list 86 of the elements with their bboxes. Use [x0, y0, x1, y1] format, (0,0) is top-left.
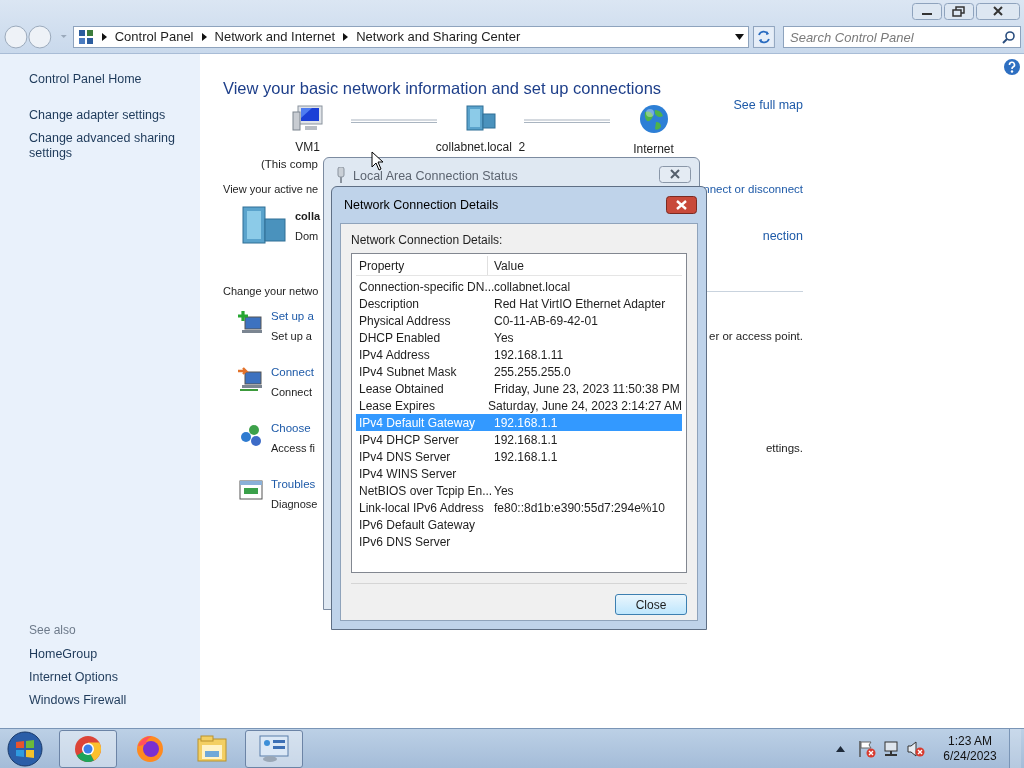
list-row[interactable]: IPv6 Default Gateway [356, 516, 682, 533]
link[interactable]: nection [762, 227, 803, 246]
link[interactable]: See full map [733, 96, 803, 115]
close-button[interactable]: Close [615, 594, 687, 615]
node-label[interactable]: Internet [633, 140, 674, 158]
network-name: colla [295, 209, 321, 224]
browser-icon [73, 733, 103, 764]
column-header[interactable]: Value [488, 256, 682, 275]
window-title: Local Area Connection Status [353, 168, 518, 185]
control-panel-icon [77, 29, 94, 45]
close-button[interactable] [659, 166, 691, 183]
task-description: Set up a [271, 329, 312, 344]
section-heading: See also [29, 622, 77, 639]
list-row[interactable]: Description Red Hat VirtIO Ethernet Adapter [356, 295, 682, 312]
dropdown-arrow-icon[interactable] [735, 34, 745, 40]
network-icon[interactable] [883, 739, 901, 758]
node-sublabel: (This comp [261, 157, 318, 171]
node-label[interactable]: collabnet.local 2 [435, 138, 526, 156]
folder-icon [196, 734, 228, 763]
speaker-muted-icon[interactable] [907, 739, 925, 758]
task-link[interactable]: Choose [271, 421, 311, 436]
mouse-cursor-icon [371, 151, 384, 171]
list-row[interactable]: Link-local IPv6 Address fe80::8d1b:e390:55d7:294e%10 [356, 499, 682, 516]
help-icon[interactable] [1003, 58, 1021, 76]
minimize-button[interactable] [912, 3, 942, 20]
task-description: er or access point. [709, 329, 803, 344]
window-title: Network Connection Details [344, 196, 499, 214]
plug-icon [336, 167, 346, 183]
sidebar-link[interactable]: Internet Options [29, 670, 200, 685]
clock[interactable]: 1:23 AM 6/24/2023 [937, 733, 1003, 764]
list-row[interactable]: Lease Obtained Friday, June 23, 2023 11:50:38 PM [356, 380, 682, 397]
breadcrumb-item[interactable]: Control Panel [114, 27, 194, 47]
list-row[interactable]: Lease Expires Saturday, June 24, 2023 2:14:27 AM [356, 397, 682, 414]
plus-monitor-icon[interactable] [238, 310, 264, 336]
sidebar-link[interactable]: Change adapter settings [29, 108, 179, 123]
network-type: Dom [295, 228, 320, 244]
taskbar-button[interactable] [245, 729, 303, 768]
list-row[interactable]: Connection-specific DN...collabnet.local [356, 278, 682, 295]
server-icon[interactable] [463, 104, 498, 132]
search-icon[interactable] [1002, 31, 1015, 44]
list-label: Network Connection Details: [351, 233, 504, 248]
sidebar-link[interactable]: Control Panel Home [29, 72, 179, 87]
list-row[interactable]: IPv4 Address 192.168.1.11 [356, 346, 682, 363]
chevron-icon[interactable] [343, 33, 349, 41]
monitor-arrow-icon[interactable] [238, 366, 264, 392]
section-label: Change your netwo [223, 283, 319, 299]
section-label: View your active ne [223, 181, 319, 197]
sidebar-link[interactable]: Change advanced sharing settings [29, 131, 179, 161]
close-button[interactable] [976, 3, 1020, 20]
list-row[interactable]: IPv4 DNS Server 192.168.1.1 [356, 448, 682, 465]
list-row[interactable]: IPv4 Subnet Mask 255.255.255.0 [356, 363, 682, 380]
flag-alert-icon[interactable] [858, 739, 876, 758]
task-link[interactable]: Set up a [271, 309, 314, 324]
search-field[interactable]: Search Control Panel [783, 26, 1021, 48]
task-description: Access fi [271, 441, 315, 456]
close-button[interactable] [666, 196, 697, 214]
sidebar-link[interactable]: HomeGroup [29, 647, 200, 662]
chevron-icon[interactable] [101, 33, 107, 41]
task-description: Diagnose [271, 497, 318, 512]
list-row[interactable]: IPv4 WINS Server [356, 465, 682, 482]
sidebar-link[interactable]: Windows Firewall [29, 693, 200, 708]
list-row[interactable]: NetBIOS over Tcpip En...Yes [356, 482, 682, 499]
chevron-icon[interactable] [201, 33, 207, 41]
refresh-icon[interactable] [753, 26, 775, 48]
task-description: ettings. [765, 441, 803, 456]
breadcrumb-item[interactable]: Network and Internet [214, 27, 336, 47]
fox-browser-icon [135, 733, 165, 764]
column-header[interactable]: Property [356, 256, 488, 275]
show-hidden-icons-button[interactable] [836, 745, 845, 752]
globe-icon[interactable] [638, 104, 669, 134]
control-panel-icon [258, 733, 290, 764]
computer-icon[interactable] [291, 104, 324, 132]
breadcrumb-item[interactable]: Network and Sharing Center [356, 27, 521, 47]
list-row[interactable]: IPv6 DNS Server [356, 533, 682, 550]
page-heading: View your basic network information and set up connections [223, 78, 663, 98]
restore-button[interactable] [944, 3, 974, 20]
list-row[interactable]: IPv4 DHCP Server 192.168.1.1 [356, 431, 682, 448]
task-link[interactable]: Connect [271, 365, 314, 380]
spheres-icon[interactable] [238, 422, 264, 448]
list-row[interactable]: DHCP Enabled Yes [356, 329, 682, 346]
node-label[interactable]: VM1 [295, 138, 320, 156]
task-link[interactable]: Troubles [271, 477, 316, 492]
list-row[interactable]: Physical Address C0-11-AB-69-42-01 [356, 312, 682, 329]
address-bar[interactable]: Control Panel Network and Internet Network and Sharing Center [72, 26, 750, 48]
taskbar-button[interactable] [59, 729, 117, 768]
task-description: Connect [271, 385, 312, 400]
